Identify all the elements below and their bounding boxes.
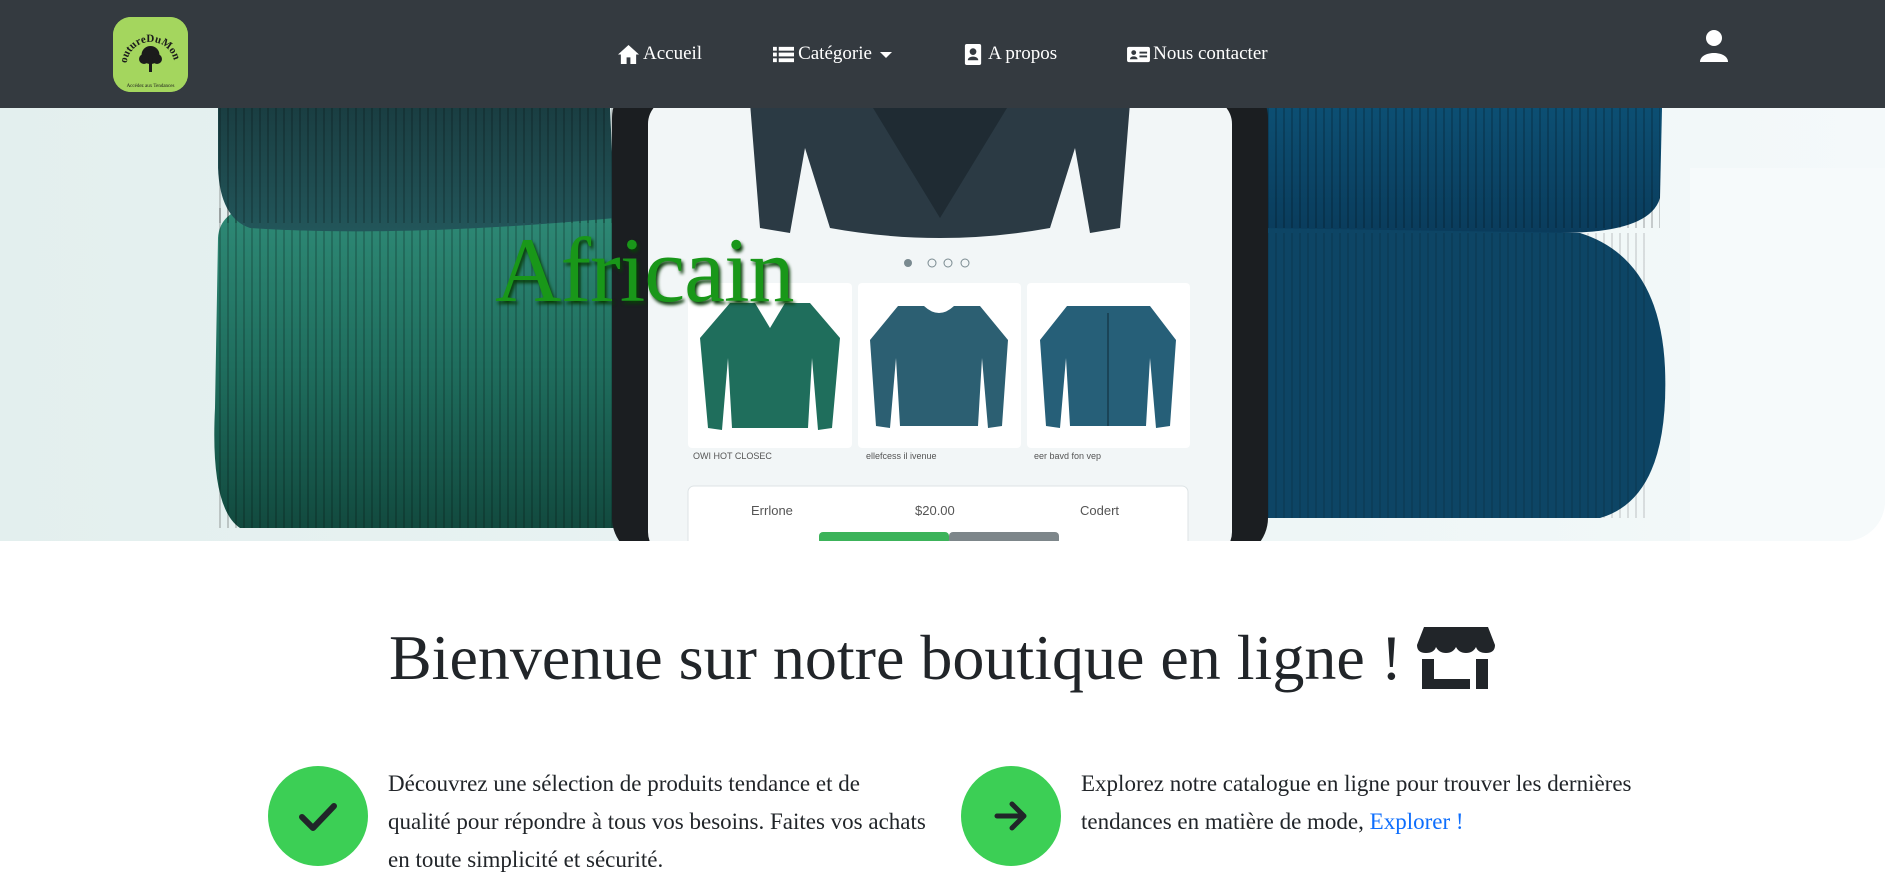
svg-text:OWI HOT CLOSEC: OWI HOT CLOSEC [693, 451, 772, 461]
list-icon [772, 44, 795, 65]
svg-text:Codert: Codert [1080, 503, 1119, 518]
svg-text:eer bavd fon vep: eer bavd fon vep [1034, 451, 1101, 461]
feature-catalog-description: Explorez notre catalogue en ligne pour t… [1081, 771, 1632, 834]
nav-categorie-dropdown[interactable]: Catégorie [772, 43, 892, 65]
site-logo[interactable]: CoutureDuMonde Accédez aux Tendances [113, 17, 188, 92]
home-icon [617, 44, 640, 65]
svg-text:ellefcess il ivenue: ellefcess il ivenue [866, 451, 937, 461]
feature-catalog-text: Explorez notre catalogue en ligne pour t… [1081, 765, 1721, 866]
shop-icon [1416, 625, 1496, 691]
feature-catalog-badge [961, 766, 1061, 866]
chevron-down-icon [879, 52, 892, 58]
hero-banner: OWI HOT CLOSEC ellefcess il ivenue eer b… [0, 108, 1885, 541]
arrow-right-icon [994, 801, 1027, 831]
user-icon[interactable] [1699, 29, 1729, 63]
nav-accueil[interactable]: Accueil [617, 43, 702, 65]
main-nav: Accueil Catégorie A propos Nous contacte… [617, 0, 1338, 108]
nav-categorie-label: Catégorie [798, 43, 872, 64]
explorer-link[interactable]: Explorer ! [1370, 809, 1464, 834]
feature-quality-badge [268, 766, 368, 866]
svg-text:Errlone: Errlone [751, 503, 793, 518]
top-navbar: CoutureDuMonde Accédez aux Tendances Acc… [0, 0, 1885, 108]
id-card-icon [1127, 44, 1151, 65]
check-icon [299, 803, 337, 831]
feature-quality-text: Découvrez une sélection de produits tend… [388, 771, 926, 872]
feature-quality: Découvrez une sélection de produits tend… [268, 766, 928, 875]
svg-text:Accédez aux Tendances: Accédez aux Tendances [127, 84, 175, 89]
welcome-heading: Bienvenue sur notre boutique en ligne ! [0, 620, 1885, 696]
nav-nous-contacter[interactable]: Nous contacter [1127, 43, 1268, 65]
hero-title: Africain [495, 219, 795, 321]
nav-accueil-label: Accueil [643, 43, 703, 64]
hero-image: OWI HOT CLOSEC ellefcess il ivenue eer b… [0, 108, 1885, 541]
nav-a-propos[interactable]: A propos [962, 43, 1057, 65]
nav-a-propos-label: A propos [987, 43, 1058, 64]
svg-text:$20.00: $20.00 [915, 503, 955, 518]
address-book-icon [962, 43, 985, 65]
welcome-title: Bienvenue sur notre boutique en ligne ! [388, 622, 1403, 693]
feature-catalog: Explorez notre catalogue en ligne pour t… [961, 766, 1721, 866]
nav-nous-contacter-label: Nous contacter [1153, 43, 1268, 64]
